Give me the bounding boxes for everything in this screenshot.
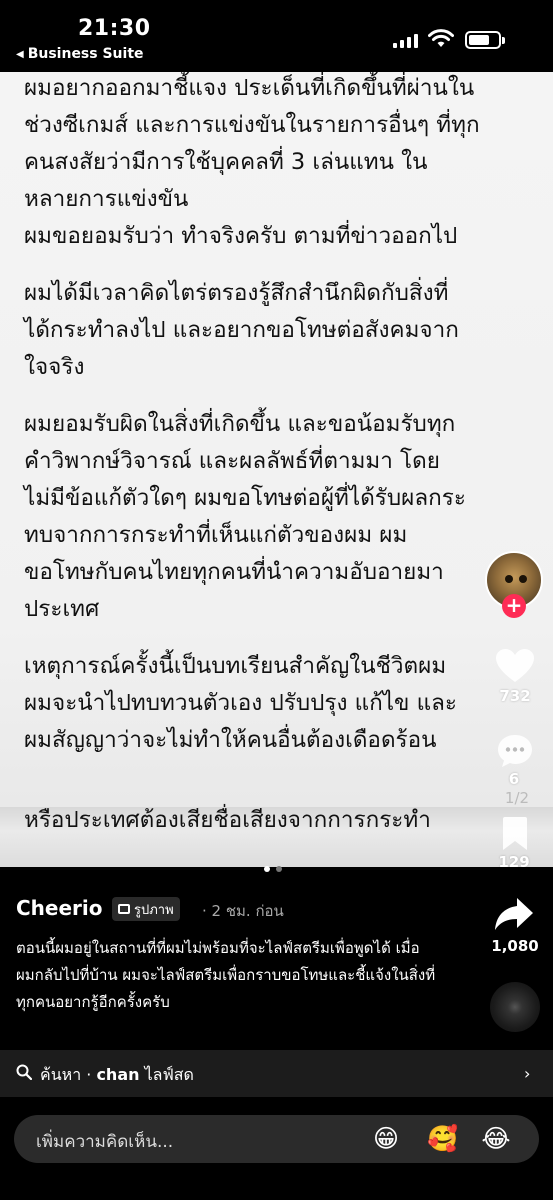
- statement-line: ช่วงซีเกมส์ และการแข่งขันในรายการอื่นๆ ท…: [24, 112, 480, 138]
- bookmark-icon[interactable]: [500, 816, 530, 852]
- post-caption[interactable]: ตอนนี้ผมอยู่ในสถานที่ที่ผมไม่พร้อมที่จะไ…: [16, 935, 436, 1016]
- statement-line: ผมสัญญาว่าจะไม่ทำให้คนอื่นต้องเดือดร้อน: [24, 727, 437, 753]
- comment-input[interactable]: เพิ่มความคิดเห็น... 😁 🥰 😂: [14, 1115, 539, 1163]
- slide-dots: [264, 866, 282, 872]
- back-app-label: Business Suite: [27, 46, 144, 62]
- comment-area: เพิ่มความคิดเห็น... 😁 🥰 😂: [0, 1097, 553, 1200]
- post-type-label: รูปภาพ: [134, 902, 174, 918]
- slide-dot: [276, 866, 282, 872]
- author-name[interactable]: Cheerio: [16, 896, 103, 920]
- slide-dot-active: [264, 866, 270, 872]
- chevron-right-icon: ›: [524, 1064, 531, 1083]
- statement-line: ผมยอมรับผิดในสิ่งที่เกิดขึ้น และขอน้อมรั…: [24, 411, 456, 437]
- statement-line: หลายการแข่งขัน: [24, 186, 189, 212]
- back-arrow-icon: ◀: [16, 48, 24, 60]
- post-time: · 2 ชม. ก่อน: [202, 902, 284, 920]
- share-icon[interactable]: [494, 896, 534, 932]
- clock: 21:30: [78, 16, 151, 41]
- statement-line: ผมจะนำไปทบทวนตัวเอง ปรับปรุง แก้ไข และ: [24, 690, 457, 716]
- battery-icon: [465, 31, 505, 49]
- statement-line: คำวิพากษ์วิจารณ์ และผลลัพธ์ที่ตามมา โดย: [24, 448, 440, 474]
- search-prefix: ค้นหา ·: [40, 1065, 97, 1084]
- statement-line: ทบจากการกระทำที่เห็นแก่ตัวของผม ผม: [24, 522, 408, 548]
- comment-icon[interactable]: [496, 733, 534, 769]
- heart-icon[interactable]: [495, 648, 535, 684]
- laugh-emoji-button[interactable]: 😂: [480, 1123, 512, 1155]
- comment-placeholder: เพิ่มความคิดเห็น...: [36, 1132, 174, 1152]
- statement-line: ผมได้มีเวลาคิดไตร่ตรองรู้สึกสำนึกผิดกับส…: [24, 280, 449, 306]
- statement-line: ขอโทษกับคนไทยทุกคนที่นำความอับอายมา: [24, 559, 444, 585]
- statement-line: ได้กระทำลงไป และอยากขอโทษต่อสังคมจาก: [24, 317, 459, 343]
- follow-plus-button[interactable]: +: [502, 594, 526, 618]
- grin-emoji-button[interactable]: 😁: [370, 1123, 402, 1155]
- like-count: 732: [499, 687, 531, 705]
- love-emoji-button[interactable]: 🥰: [427, 1123, 459, 1155]
- status-bar: 21:30 ◀ Business Suite: [0, 0, 553, 72]
- statement-line: ประเทศ: [24, 596, 100, 622]
- statement-line: หรือประเทศต้องเสียชื่อเสียงจากการกระทำ: [24, 807, 431, 833]
- search-icon: [16, 1064, 32, 1080]
- music-disc[interactable]: [490, 982, 540, 1032]
- search-query-bold: chan: [96, 1065, 140, 1084]
- page-indicator: 1/2: [504, 789, 530, 807]
- back-to-app-link[interactable]: ◀ Business Suite: [16, 46, 144, 62]
- search-query: ค้นหา · chan ไลฟ์สด: [40, 1063, 194, 1088]
- comment-count: 6: [508, 770, 520, 788]
- wifi-icon: [428, 29, 454, 47]
- post-photo[interactable]: ผมอยากออกมาชี้แจง ประเด็นที่เกิดขึ้นที่ผ…: [0, 72, 553, 867]
- photo-icon: [118, 904, 130, 914]
- share-count: 1,080: [491, 937, 539, 955]
- post-type-badge: รูปภาพ: [112, 897, 180, 921]
- related-search-bar[interactable]: ค้นหา · chan ไลฟ์สด ›: [0, 1050, 553, 1097]
- cellular-signal-icon: [393, 34, 418, 48]
- search-query-rest: ไลฟ์สด: [139, 1065, 194, 1084]
- statement-line: ใจจริง: [24, 354, 85, 380]
- statement-line: ผมอยากออกมาชี้แจง ประเด็นที่เกิดขึ้นที่ผ…: [24, 75, 475, 101]
- statement-line: เหตุการณ์ครั้งนี้เป็นบทเรียนสำคัญในชีวิต…: [24, 653, 447, 679]
- save-count: 129: [498, 853, 530, 871]
- statement-line: คนสงสัยว่ามีการใช้บุคคลที่ 3 เล่นแทน ใน: [24, 149, 428, 175]
- statement-line: ไม่มีข้อแก้ตัวใดๆ ผมขอโทษต่อผู้ที่ได้รับ…: [24, 485, 466, 511]
- statement-line: ผมขอยอมรับว่า ทำจริงครับ ตามที่ข่าวออกไป: [24, 223, 458, 249]
